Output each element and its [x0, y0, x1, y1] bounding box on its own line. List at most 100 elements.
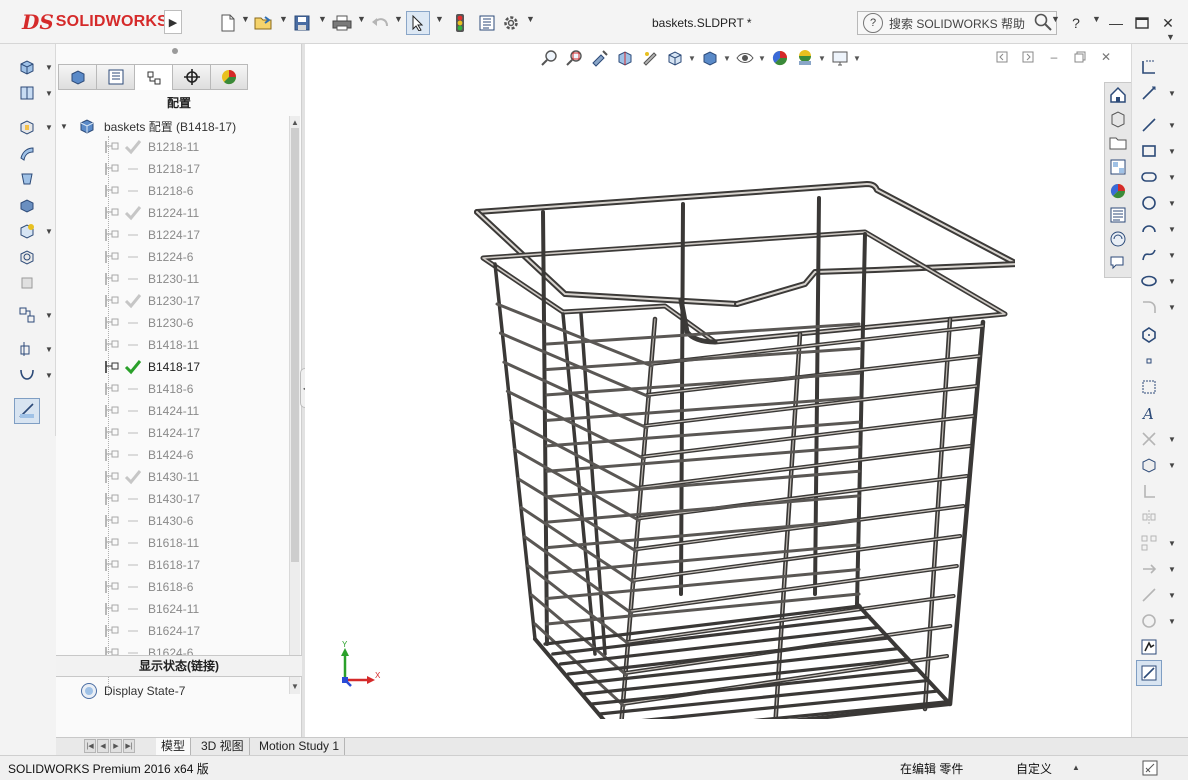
search-icon[interactable] — [1034, 13, 1052, 34]
chevron-down-icon[interactable]: ▼ — [1168, 565, 1176, 574]
apply-scene-icon[interactable] — [792, 47, 817, 69]
mirror-entities-icon[interactable] — [1138, 506, 1160, 528]
panel-grip-handle[interactable] — [172, 48, 178, 54]
repair-sketch-icon[interactable] — [1138, 610, 1160, 632]
draft-icon[interactable] — [16, 272, 38, 294]
design-library-icon[interactable] — [1105, 107, 1131, 131]
file-explorer-icon[interactable] — [1105, 131, 1131, 155]
custom-properties-icon[interactable] — [1105, 203, 1131, 227]
search-input[interactable]: 搜索 SOLIDWORKS 帮助 — [889, 15, 1034, 32]
chevron-down-icon[interactable]: ▼ — [1168, 199, 1176, 208]
undo-icon[interactable] — [368, 12, 392, 34]
boundary-boss-icon[interactable] — [16, 194, 38, 216]
chevron-down-icon[interactable]: ▼ — [1051, 14, 1060, 24]
chevron-down-icon[interactable]: ▼ — [1168, 435, 1176, 444]
chevron-down-icon[interactable]: ▼ — [394, 14, 403, 24]
section-view-icon[interactable] — [612, 47, 637, 69]
help-search[interactable]: ? 搜索 SOLIDWORKS 帮助 — [857, 11, 1057, 35]
reference-plane-icon[interactable] — [16, 338, 38, 360]
help-button[interactable]: ? — [1064, 12, 1088, 34]
chevron-down-icon[interactable]: ▼ — [318, 14, 327, 24]
configuration-item[interactable]: B1618-17 — [104, 554, 200, 576]
solidworks-resources-icon[interactable] — [1105, 227, 1131, 251]
configuration-manager-tab[interactable] — [134, 64, 172, 90]
move-entities-icon[interactable] — [1138, 558, 1160, 580]
configuration-item[interactable]: B1218-6 — [104, 180, 193, 202]
collapse-arrow-icon[interactable]: ▼ — [60, 122, 72, 131]
lofted-boss-icon[interactable] — [16, 168, 38, 190]
chevron-down-icon[interactable]: ▼ — [1168, 89, 1176, 98]
chevron-down-icon[interactable]: ▼ — [1168, 121, 1176, 130]
configuration-item[interactable]: B1624-11 — [104, 598, 199, 620]
extruded-boss-icon[interactable] — [16, 56, 38, 78]
first-tab-arrow-icon[interactable]: |◀ — [84, 739, 96, 753]
chevron-down-icon[interactable]: ▼ — [1168, 539, 1176, 548]
chevron-down-icon[interactable]: ▼ — [1168, 461, 1176, 470]
slot-icon[interactable] — [1138, 166, 1160, 188]
configuration-item[interactable]: B1424-17 — [104, 422, 200, 444]
fillet-icon[interactable] — [16, 220, 38, 242]
forum-icon[interactable] — [1105, 251, 1131, 275]
dimxpert-tab[interactable] — [172, 64, 210, 90]
spline-icon[interactable] — [1138, 244, 1160, 266]
smart-dimension-icon[interactable] — [1138, 82, 1160, 104]
chevron-down-icon[interactable]: ▼ — [1168, 225, 1176, 234]
tree-root[interactable]: ▼ baskets 配置 (B1418-17) — [60, 116, 236, 136]
next-viewport-icon[interactable] — [1015, 48, 1041, 66]
configuration-item[interactable]: B1418-6 — [104, 378, 193, 400]
rebuild-status-icon[interactable] — [1142, 760, 1158, 776]
dynamic-annotation-icon[interactable] — [637, 47, 662, 69]
appearances-icon[interactable] — [1105, 179, 1131, 203]
tab-model[interactable]: 模型 — [156, 738, 192, 755]
wire-basket-model[interactable] — [455, 174, 1015, 719]
chevron-down-icon[interactable]: ▼ — [852, 54, 862, 63]
configuration-item[interactable]: B1430-6 — [104, 510, 193, 532]
feature-tree-tab[interactable] — [58, 64, 96, 90]
display-state-item[interactable]: Display State-7 — [80, 681, 185, 701]
previous-view-icon[interactable] — [587, 47, 612, 69]
line-icon[interactable] — [1138, 114, 1160, 136]
configuration-item[interactable]: B1418-17 — [104, 356, 200, 378]
units-selector[interactable]: 自定义 — [1016, 760, 1052, 777]
chevron-down-icon[interactable]: ▼ — [1166, 32, 1175, 42]
chevron-down-icon[interactable]: ▼ — [817, 54, 827, 63]
chevron-down-icon[interactable]: ▼ — [687, 54, 697, 63]
linear-pattern-icon[interactable] — [1138, 532, 1160, 554]
save-icon[interactable] — [290, 12, 314, 34]
previous-viewport-icon[interactable] — [989, 48, 1015, 66]
traffic-light-rebuild-icon[interactable] — [450, 12, 470, 34]
chevron-down-icon[interactable]: ▼ — [45, 227, 53, 236]
chevron-down-icon[interactable]: ▼ — [1168, 173, 1176, 182]
edit-appearance-icon[interactable] — [767, 47, 792, 69]
chevron-up-icon[interactable]: ▲ — [1072, 763, 1080, 772]
configuration-item[interactable]: B1230-6 — [104, 312, 193, 334]
next-tab-arrow-icon[interactable]: ▶ — [110, 739, 122, 753]
minimize-icon[interactable]: — — [1104, 12, 1128, 34]
arc-icon[interactable] — [1138, 218, 1160, 240]
configuration-item[interactable]: B1230-17 — [104, 290, 200, 312]
trim-entities-icon[interactable] — [1138, 428, 1160, 450]
chevron-down-icon[interactable]: ▼ — [45, 89, 53, 98]
extruded-cut-icon[interactable] — [16, 116, 38, 138]
chevron-down-icon[interactable]: ▼ — [1092, 14, 1101, 24]
swept-boss-icon[interactable] — [16, 142, 38, 164]
chevron-down-icon[interactable]: ▼ — [1168, 277, 1176, 286]
view-settings-icon[interactable] — [827, 47, 852, 69]
sketch-fillet-icon[interactable] — [1138, 296, 1160, 318]
polygon-icon[interactable] — [1138, 324, 1160, 346]
new-document-icon[interactable] — [216, 12, 240, 34]
select-pointer-icon[interactable] — [406, 11, 430, 35]
sketch-icon[interactable] — [1138, 56, 1160, 78]
tree-scrollbar[interactable]: ▲ ▼ — [289, 116, 300, 694]
last-tab-arrow-icon[interactable]: ▶| — [123, 739, 135, 753]
options-gear-icon[interactable] — [500, 12, 522, 34]
chevron-down-icon[interactable]: ▼ — [241, 14, 250, 24]
chevron-down-icon[interactable]: ▼ — [757, 54, 767, 63]
home-icon[interactable] — [1105, 83, 1131, 107]
chevron-down-icon[interactable]: ▼ — [1168, 251, 1176, 260]
display-relations-icon[interactable] — [1138, 584, 1160, 606]
graphics-viewport[interactable]: ▼ ▼ ▼ ▼ ▼ – ✕ Y X — [305, 44, 1131, 737]
configuration-item[interactable]: B1418-11 — [104, 334, 199, 356]
chevron-down-icon[interactable]: ▼ — [45, 345, 53, 354]
close-icon[interactable]: ✕ — [1156, 12, 1180, 34]
